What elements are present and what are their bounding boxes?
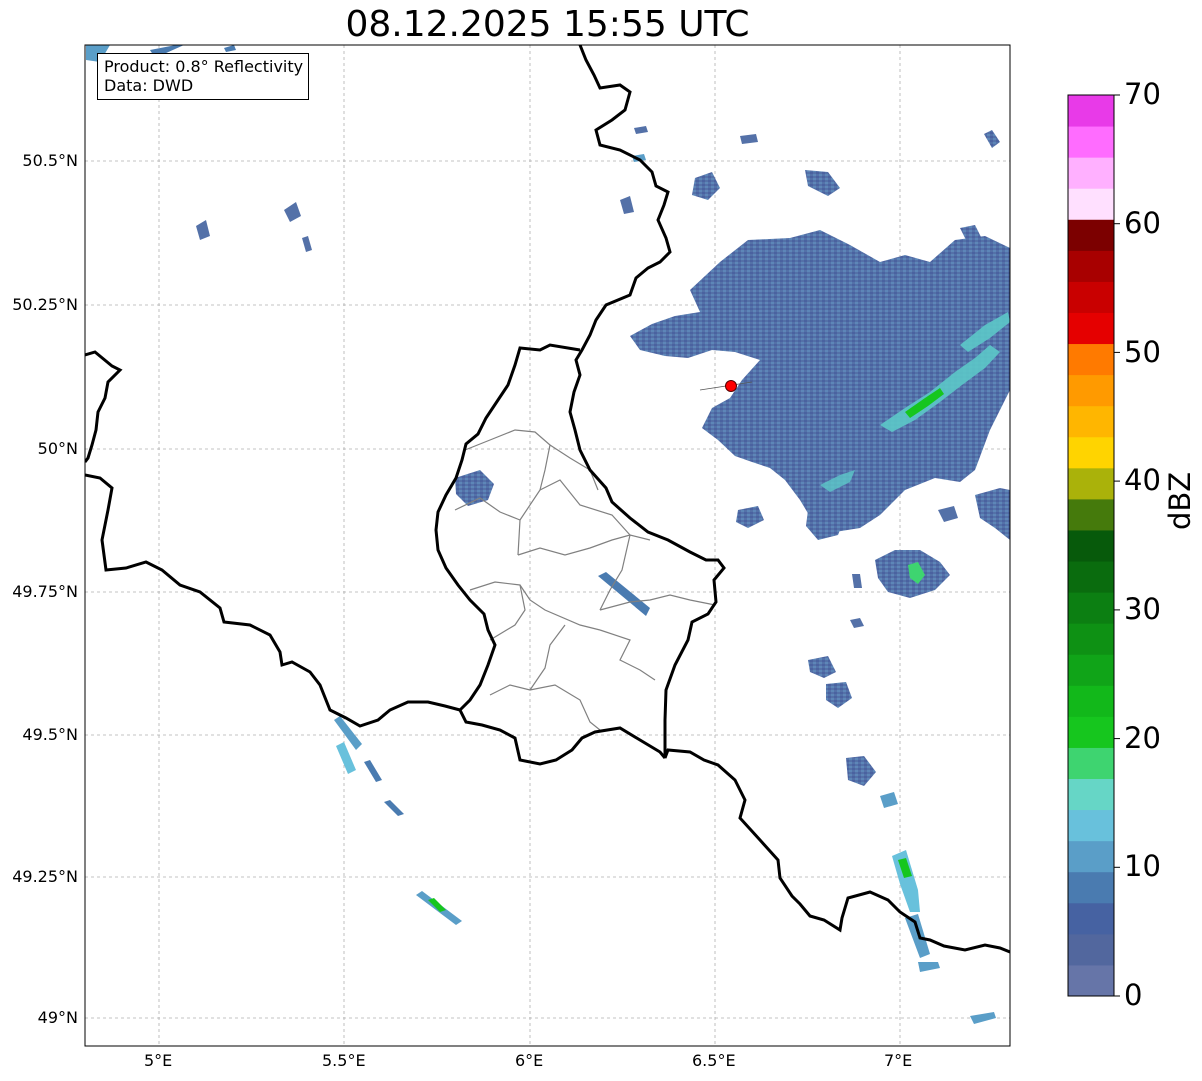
lat-tick-label: 50.5°N <box>22 151 78 170</box>
colorbar-segment <box>1068 467 1114 500</box>
colorbar-segment <box>1068 219 1114 251</box>
colorbar-segment <box>1068 405 1114 438</box>
colorbar-segment <box>1068 685 1114 717</box>
colorbar-tick-label: 70 <box>1124 77 1161 111</box>
colorbar-segment <box>1068 778 1114 811</box>
lat-tick-label: 49.75°N <box>12 582 78 601</box>
lat-tick-label: 49°N <box>37 1008 78 1027</box>
colorbar-segment <box>1068 902 1114 935</box>
radar-map <box>84 44 1120 1047</box>
colorbar-title: dBZ <box>1163 471 1197 530</box>
colorbar-segment <box>1068 933 1114 966</box>
colorbar-segment <box>1068 281 1114 313</box>
info-box: Product: 0.8° Reflectivity Data: DWD <box>97 53 310 100</box>
colorbar-segment <box>1068 250 1114 282</box>
colorbar-tick-label: 0 <box>1124 978 1143 1012</box>
colorbar-segment <box>1068 716 1114 748</box>
colorbar <box>1068 95 1114 997</box>
colorbar-segment <box>1068 498 1114 531</box>
product-label: Product: 0.8° Reflectivity <box>104 57 304 76</box>
colorbar-tick-label: 20 <box>1124 721 1161 755</box>
colorbar-tick-label: 40 <box>1124 463 1161 497</box>
lon-tick-label: 7°E <box>884 1051 913 1070</box>
lat-tick-label: 50°N <box>37 439 78 458</box>
colorbar-segment <box>1068 312 1114 345</box>
lat-tick-label: 50.25°N <box>12 295 78 314</box>
colorbar-segment <box>1068 964 1114 997</box>
data-source-label: Data: DWD <box>104 76 194 95</box>
colorbar-tick-label: 50 <box>1124 335 1161 369</box>
colorbar-segment <box>1068 157 1114 189</box>
lat-tick-label: 49.5°N <box>22 725 78 744</box>
colorbar-segment <box>1068 840 1114 873</box>
colorbar-segment <box>1068 654 1114 686</box>
colorbar-segment <box>1068 374 1114 407</box>
colorbar-segment <box>1068 343 1114 376</box>
colorbar-segment <box>1068 188 1114 220</box>
colorbar-tick-label: 30 <box>1124 592 1161 626</box>
colorbar-tick-label: 60 <box>1124 206 1161 240</box>
colorbar-segment <box>1068 436 1114 469</box>
colorbar-segment <box>1068 561 1114 593</box>
colorbar-segment <box>1068 809 1114 842</box>
colorbar-ticks <box>1114 94 1120 997</box>
colorbar-segment <box>1068 95 1114 127</box>
lon-tick-label: 5°E <box>144 1051 173 1070</box>
lon-tick-label: 6.5°E <box>692 1051 736 1070</box>
colorbar-segment <box>1068 871 1114 904</box>
colorbar-segment <box>1068 623 1114 655</box>
map-area[interactable] <box>85 45 1010 1046</box>
colorbar-tick-label: 10 <box>1124 849 1161 883</box>
colorbar-segment <box>1068 592 1114 624</box>
colorbar-segment <box>1068 126 1114 158</box>
lon-tick-label: 6°E <box>515 1051 544 1070</box>
colorbar-segment <box>1068 747 1114 780</box>
colorbar-segment <box>1068 529 1114 562</box>
lon-tick-label: 5.5°E <box>322 1051 366 1070</box>
lat-tick-label: 49.25°N <box>12 867 78 886</box>
